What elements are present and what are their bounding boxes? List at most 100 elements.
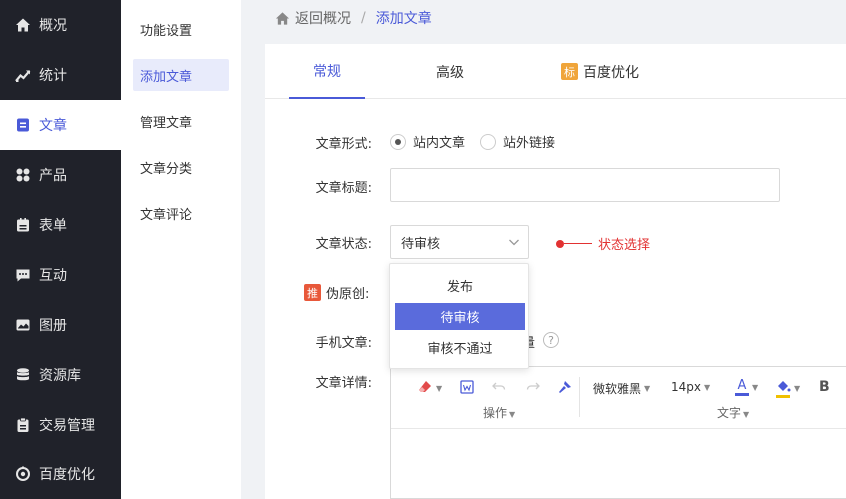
radio-circle bbox=[480, 133, 496, 150]
text-color-icon: A bbox=[735, 379, 749, 396]
database-icon bbox=[14, 366, 32, 384]
tab-advanced[interactable]: 高级 bbox=[425, 44, 475, 99]
nav-item-article[interactable]: 文章 bbox=[0, 100, 121, 150]
radio-external-link[interactable]: 站外链接 bbox=[480, 132, 555, 151]
nav-label: 资源库 bbox=[39, 368, 81, 384]
rich-text-editor[interactable]: ▼ 微软雅黑 ▼ 14px ▼ A ▼ ▼ B 操作 ▼ 文字 ▼ bbox=[390, 366, 846, 499]
hint-text: 状态选择 bbox=[598, 238, 651, 253]
nav-item-trade[interactable]: 交易管理 bbox=[0, 400, 121, 450]
dropdown-option-pending[interactable]: 待审核 bbox=[395, 303, 525, 330]
tab-label: 常规 bbox=[313, 63, 341, 80]
chevron-down-icon bbox=[508, 236, 520, 248]
nav-item-overview[interactable]: 概况 bbox=[0, 0, 121, 50]
home-icon[interactable] bbox=[275, 11, 290, 26]
help-icon[interactable]: ? bbox=[543, 332, 559, 348]
hint-line bbox=[564, 243, 592, 244]
nav-label: 概况 bbox=[39, 18, 67, 34]
redo-icon bbox=[525, 379, 541, 398]
format-doc-icon bbox=[459, 379, 475, 398]
format-button[interactable] bbox=[459, 379, 475, 398]
home-icon bbox=[14, 16, 32, 34]
bg-color-button[interactable]: ▼ bbox=[775, 379, 800, 398]
caret-down-icon: ▼ bbox=[509, 410, 516, 419]
hint-dot bbox=[556, 239, 564, 248]
status-hint: 状态选择 bbox=[556, 234, 650, 253]
chart-icon bbox=[14, 66, 32, 84]
title-input[interactable] bbox=[390, 168, 780, 202]
status-dropdown-menu: 发布 待审核 审核不通过 bbox=[389, 263, 529, 369]
nav-label: 百度优化 bbox=[39, 467, 95, 483]
nav-item-stats[interactable]: 统计 bbox=[0, 50, 121, 100]
group-label-text: 文字 bbox=[717, 406, 742, 420]
article-submenu: 功能设置 添加文章 管理文章 文章分类 文章评论 bbox=[121, 0, 241, 499]
caret-down-icon: ▼ bbox=[704, 382, 711, 392]
radio-internal-article[interactable]: 站内文章 bbox=[390, 132, 465, 151]
submenu-item-add-article[interactable]: 添加文章 bbox=[133, 59, 229, 91]
fill-bucket-icon bbox=[775, 379, 791, 398]
nav-label: 统计 bbox=[39, 68, 67, 84]
undo-icon bbox=[491, 379, 507, 398]
status-select[interactable]: 待审核 bbox=[390, 225, 529, 259]
mobile-label: 手机文章: bbox=[315, 336, 372, 351]
nav-item-baidu-seo[interactable]: 百度优化 bbox=[0, 449, 121, 499]
detail-label: 文章详情: bbox=[315, 376, 372, 391]
nav-item-resources[interactable]: 资源库 bbox=[0, 350, 121, 400]
text-color-glyph: A bbox=[737, 378, 747, 393]
caret-down-icon: ▼ bbox=[436, 384, 443, 393]
main-sidebar: 概况 统计 文章 产品 表单 互动 图册 资源库 交易管理 百度优化 bbox=[0, 0, 121, 499]
chat-icon bbox=[14, 266, 32, 284]
radio-label: 站外链接 bbox=[503, 136, 556, 151]
toolbar-divider bbox=[579, 377, 580, 417]
format-painter-button[interactable] bbox=[557, 379, 573, 398]
font-family-value: 微软雅黑 bbox=[593, 382, 642, 396]
caret-down-icon: ▼ bbox=[644, 384, 651, 393]
nav-label: 交易管理 bbox=[39, 418, 95, 434]
tab-bar: 常规 高级 标 百度优化 bbox=[265, 44, 846, 99]
eraser-button[interactable]: ▼ bbox=[417, 379, 442, 398]
submenu-item-manage-article[interactable]: 管理文章 bbox=[133, 105, 229, 137]
nav-label: 图册 bbox=[39, 318, 67, 334]
nav-label: 产品 bbox=[39, 168, 67, 184]
nav-item-product[interactable]: 产品 bbox=[0, 150, 121, 200]
text-color-button[interactable]: A ▼ bbox=[735, 379, 758, 396]
tab-label: 百度优化 bbox=[583, 64, 639, 81]
group-label-text[interactable]: 文字 ▼ bbox=[717, 404, 749, 421]
nav-label: 互动 bbox=[39, 268, 67, 284]
status-label: 文章状态: bbox=[315, 237, 372, 252]
dropdown-option-publish[interactable]: 发布 bbox=[395, 272, 525, 299]
nav-item-interact[interactable]: 互动 bbox=[0, 250, 121, 300]
breadcrumb-separator: / bbox=[361, 10, 366, 26]
bold-button[interactable]: B bbox=[819, 379, 830, 395]
submenu-item-comments[interactable]: 文章评论 bbox=[133, 197, 229, 229]
article-icon bbox=[14, 116, 32, 134]
caret-down-icon: ▼ bbox=[752, 383, 759, 392]
nav-label: 表单 bbox=[39, 218, 67, 234]
original-label: 伪原创: bbox=[326, 287, 370, 302]
image-icon bbox=[14, 316, 32, 334]
type-label: 文章形式: bbox=[315, 137, 372, 152]
nav-item-album[interactable]: 图册 bbox=[0, 300, 121, 350]
submenu-item-category[interactable]: 文章分类 bbox=[133, 151, 229, 183]
nav-item-form[interactable]: 表单 bbox=[0, 200, 121, 250]
font-family-select[interactable]: 微软雅黑 ▼ bbox=[593, 380, 650, 397]
group-label-ops[interactable]: 操作 ▼ bbox=[483, 404, 515, 421]
breadcrumb-back-link[interactable]: 返回概况 bbox=[295, 8, 351, 28]
baidu-icon bbox=[14, 465, 32, 483]
tab-baidu-seo[interactable]: 标 百度优化 bbox=[555, 44, 645, 99]
bg-color-swatch bbox=[776, 395, 790, 398]
dropdown-option-rejected[interactable]: 审核不通过 bbox=[395, 334, 525, 361]
redo-button[interactable] bbox=[525, 379, 541, 398]
caret-down-icon: ▼ bbox=[743, 410, 750, 419]
clipboard-icon bbox=[14, 416, 32, 434]
title-label: 文章标题: bbox=[315, 181, 372, 196]
tab-general[interactable]: 常规 bbox=[289, 44, 365, 99]
undo-button[interactable] bbox=[491, 379, 507, 398]
font-size-select[interactable]: 14px ▼ bbox=[671, 380, 710, 394]
eraser-icon bbox=[417, 379, 433, 398]
seo-badge: 标 bbox=[561, 63, 578, 80]
text-color-swatch bbox=[735, 393, 749, 396]
group-label-text: 操作 bbox=[483, 406, 508, 420]
brush-icon bbox=[557, 379, 573, 398]
tab-label: 高级 bbox=[436, 64, 464, 81]
submenu-item-settings[interactable]: 功能设置 bbox=[133, 13, 229, 45]
